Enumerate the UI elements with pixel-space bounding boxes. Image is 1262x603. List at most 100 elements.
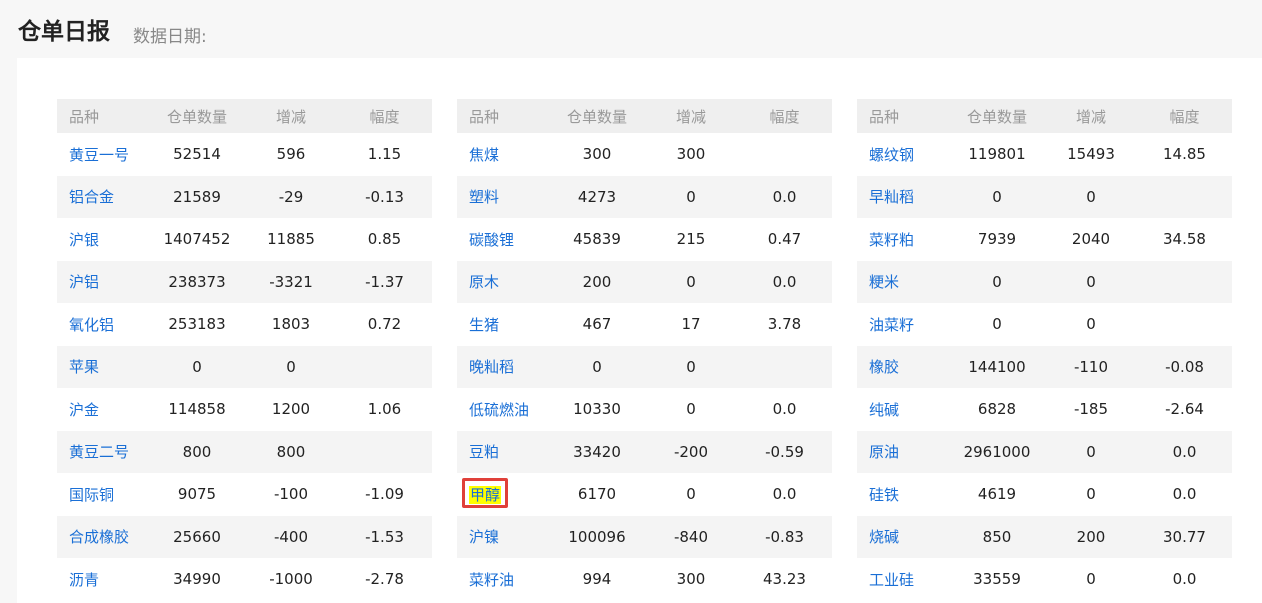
percent-cell: 14.85 [1137,133,1232,176]
receipt-table-3: 品种 仓单数量 增减 幅度 螺纹钢 119801 15493 14.85 早籼稻 0 0 菜籽粕 793… [857,99,1232,601]
percent-cell: 0.85 [337,218,432,261]
table-row: 氧化铝 253183 1803 0.72 [57,303,432,346]
variety-link[interactable]: 沪银 [69,231,99,249]
table-row: 合成橡胶 25660 -400 -1.53 [57,515,432,558]
percent-cell [1137,303,1232,346]
percent-cell: 0.0 [737,388,832,431]
change-cell: -1000 [245,558,337,601]
table-row: 豆粕 33420 -200 -0.59 [457,430,832,473]
variety-link[interactable]: 橡胶 [869,358,899,376]
col-header-variety: 品种 [857,99,949,133]
variety-link[interactable]: 菜籽油 [469,571,514,589]
variety-link[interactable]: 早籼稻 [869,188,914,206]
variety-cell: 豆粕 [457,430,549,473]
variety-link[interactable]: 沥青 [69,571,99,589]
variety-cell: 粳米 [857,260,949,303]
table-row: 橡胶 144100 -110 -0.08 [857,345,1232,388]
table-header-row: 品种 仓单数量 增减 幅度 [57,99,432,133]
variety-link[interactable]: 螺纹钢 [869,146,914,164]
table-row: 菜籽油 994 300 43.23 [457,558,832,601]
change-cell: 0 [1045,175,1137,218]
quantity-cell: 800 [149,430,245,473]
variety-link[interactable]: 国际铜 [69,486,114,504]
variety-link[interactable]: 塑料 [469,188,499,206]
variety-link[interactable]: 原木 [469,273,499,291]
variety-cell: 沪银 [57,218,149,261]
warehouse-receipt-card: 品种 仓单数量 增减 幅度 黄豆一号 52514 596 1.15 铝合金 21589 -29 -0.… [17,58,1262,603]
percent-cell: 3.78 [737,303,832,346]
variety-link[interactable]: 黄豆二号 [69,443,129,461]
change-cell: 0 [645,473,737,516]
table-row: 沪金 114858 1200 1.06 [57,388,432,431]
variety-link[interactable]: 低硫燃油 [469,401,529,419]
variety-link[interactable]: 黄豆一号 [69,146,129,164]
percent-cell: 0.0 [737,260,832,303]
variety-link[interactable]: 沪铝 [69,273,99,291]
variety-link[interactable]: 甲醇 [469,485,502,504]
variety-link[interactable]: 油菜籽 [869,316,914,334]
variety-link[interactable]: 豆粕 [469,443,499,461]
table-row: 沪银 1407452 11885 0.85 [57,218,432,261]
variety-link[interactable]: 沪金 [69,401,99,419]
table-row: 碳酸锂 45839 215 0.47 [457,218,832,261]
variety-link[interactable]: 生猪 [469,316,499,334]
table-row: 菜籽粕 7939 2040 34.58 [857,218,1232,261]
change-cell: 0 [1045,260,1137,303]
percent-cell: -0.13 [337,175,432,218]
table-row: 塑料 4273 0 0.0 [457,175,832,218]
variety-link[interactable]: 粳米 [869,273,899,291]
page-title: 仓单日报 [18,19,110,45]
variety-link[interactable]: 菜籽粕 [869,231,914,249]
percent-cell: 30.77 [1137,515,1232,558]
quantity-cell: 9075 [149,473,245,516]
table-row: 生猪 467 17 3.78 [457,303,832,346]
variety-link[interactable]: 碳酸锂 [469,231,514,249]
variety-cell: 碳酸锂 [457,218,549,261]
percent-cell: -2.78 [337,558,432,601]
variety-link[interactable]: 沪镍 [469,528,499,546]
variety-link[interactable]: 铝合金 [69,188,114,206]
quantity-cell: 467 [549,303,645,346]
variety-link[interactable]: 工业硅 [869,571,914,589]
table-row: 苹果 0 0 [57,345,432,388]
variety-link[interactable]: 原油 [869,443,899,461]
col-header-change: 增减 [245,99,337,133]
percent-cell: 43.23 [737,558,832,601]
quantity-cell: 45839 [549,218,645,261]
variety-cell: 国际铜 [57,473,149,516]
receipt-table-1: 品种 仓单数量 增减 幅度 黄豆一号 52514 596 1.15 铝合金 21589 -29 -0.… [57,99,432,601]
variety-link[interactable]: 氧化铝 [69,316,114,334]
variety-link[interactable]: 焦煤 [469,146,499,164]
variety-link[interactable]: 晚籼稻 [469,358,514,376]
change-cell: 11885 [245,218,337,261]
variety-link[interactable]: 合成橡胶 [69,528,129,546]
variety-cell: 沥青 [57,558,149,601]
variety-cell: 生猪 [457,303,549,346]
table-row: 沪镍 100096 -840 -0.83 [457,515,832,558]
quantity-cell: 52514 [149,133,245,176]
variety-cell: 低硫燃油 [457,388,549,431]
quantity-cell: 0 [949,175,1045,218]
variety-link[interactable]: 硅铁 [869,486,899,504]
change-cell: 0 [1045,473,1137,516]
change-cell: 300 [645,558,737,601]
variety-link[interactable]: 纯碱 [869,401,899,419]
variety-link[interactable]: 烧碱 [869,528,899,546]
quantity-cell: 994 [549,558,645,601]
quantity-cell: 6170 [549,473,645,516]
col-header-quantity: 仓单数量 [549,99,645,133]
percent-cell: 0.0 [1137,430,1232,473]
table-row: 黄豆二号 800 800 [57,430,432,473]
change-cell: 0 [645,175,737,218]
col-header-percent: 幅度 [337,99,432,133]
variety-cell: 原木 [457,260,549,303]
change-cell: 2040 [1045,218,1137,261]
variety-cell: 早籼稻 [857,175,949,218]
quantity-cell: 119801 [949,133,1045,176]
change-cell: 17 [645,303,737,346]
quantity-cell: 6828 [949,388,1045,431]
quantity-cell: 10330 [549,388,645,431]
change-cell: 1803 [245,303,337,346]
quantity-cell: 0 [549,345,645,388]
variety-link[interactable]: 苹果 [69,358,99,376]
